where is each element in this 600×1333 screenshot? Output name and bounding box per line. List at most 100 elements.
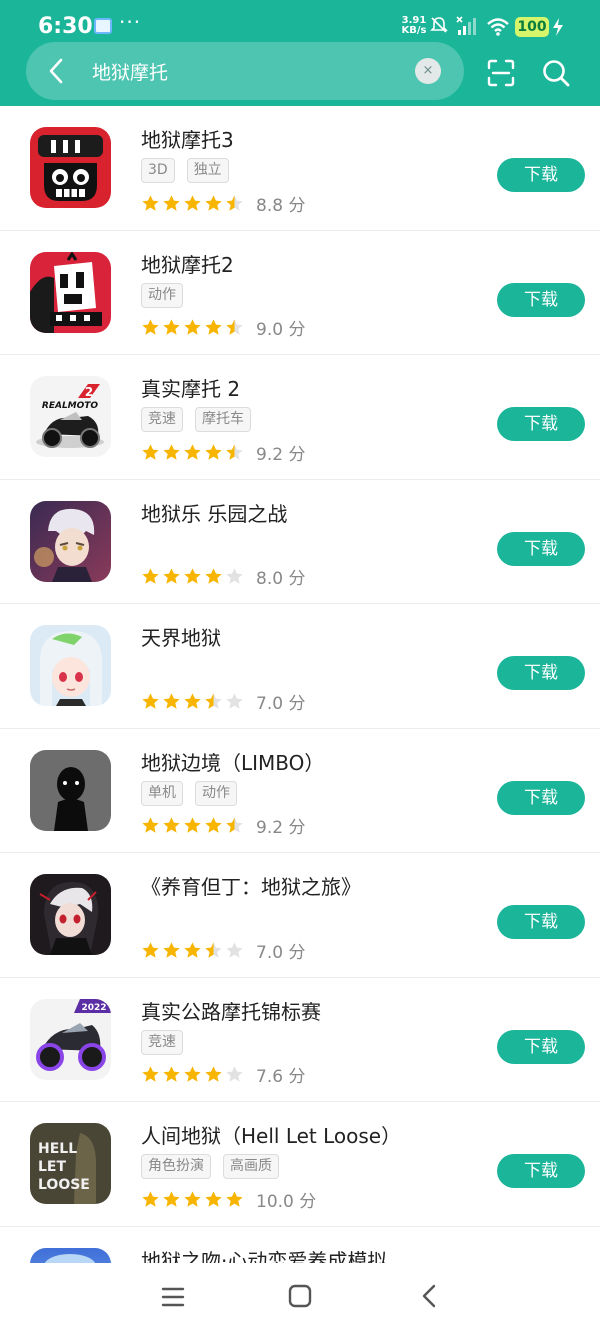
download-button[interactable]: 下载 [497,1029,585,1064]
app-name[interactable]: 地狱边境（LIMBO） [141,747,324,776]
star-full-icon [184,568,201,584]
app-name[interactable]: 地狱之吻·心动恋爱养成模拟 [141,1245,387,1264]
search-results-list[interactable]: 地狱摩托3 3D 独立 8.8 分 下载 地狱摩托2 动作 9.0 分 下载 2… [0,106,600,1263]
star-half-icon [205,692,222,709]
star-full-icon [163,443,180,460]
svg-text:LOOSE: LOOSE [38,1177,90,1193]
star-half-icon [226,194,243,211]
app-icon[interactable]: 2022 [30,998,111,1080]
app-tag: 动作 [141,282,183,308]
app-name[interactable]: 真实公路摩托锦标赛 [141,996,321,1025]
app-tags: 角色扮演 高画质 [141,1154,279,1180]
search-bar: × [26,42,464,100]
list-item[interactable]: 地狱摩托2 动作 9.0 分 下载 [0,231,600,355]
star-full-icon [163,319,180,335]
svg-text:HELL: HELL [38,1141,77,1157]
star-full-icon [205,1190,222,1207]
list-item[interactable]: 《养育但丁：地狱之旅》 7.0 分 下载 [0,853,600,978]
app-rating: 9.0 分 [141,317,305,340]
list-item[interactable]: HELL LET LOOSE 人间地狱（Hell Let Loose） 角色扮演… [0,1102,600,1227]
download-button[interactable]: 下载 [497,407,585,441]
download-button[interactable]: 下载 [497,656,585,690]
star-full-icon [205,817,222,833]
app-tag: 动作 [195,780,237,806]
app-name[interactable]: 地狱乐 乐园之战 [141,498,287,527]
app-tag: 角色扮演 [141,1154,211,1179]
app-icon[interactable] [30,1247,111,1264]
rating-score: 7.0 分 [256,693,306,714]
list-item[interactable]: 地狱摩托3 3D 独立 8.8 分 下载 [0,106,600,231]
star-full-icon [184,941,201,958]
star-half-icon [226,319,243,335]
charging-icon [553,18,563,36]
app-icon[interactable] [30,127,111,208]
download-button[interactable]: 下载 [497,282,585,317]
app-icon[interactable]: HELL LET LOOSE [30,1123,111,1204]
app-rating: 10.0 分 [141,1188,316,1212]
list-item[interactable]: 地狱之吻·心动恋爱养成模拟 [0,1227,600,1264]
battery-level: 100 [515,17,549,37]
app-tag: 竞速 [141,407,183,432]
rating-score: 8.8 分 [256,195,306,216]
star-empty-icon [226,1066,243,1082]
app-name[interactable]: 真实摩托 2 [141,373,240,402]
list-item[interactable]: 地狱乐 乐园之战 8.0 分 下载 [0,480,600,604]
app-icon[interactable] [30,749,111,831]
app-icon[interactable]: 2 REALMOTO [30,376,111,457]
app-name[interactable]: 天界地狱 [141,622,221,651]
app-icon[interactable] [30,251,111,333]
app-name[interactable]: 《养育但丁：地狱之旅》 [141,871,361,900]
app-icon[interactable] [30,874,111,955]
app-icon[interactable] [30,500,111,582]
svg-text:LET: LET [38,1159,66,1175]
star-full-icon [205,1066,222,1082]
back-arrow-icon[interactable] [42,56,72,86]
download-button[interactable]: 下载 [497,905,585,939]
star-full-icon [205,568,222,584]
wifi-icon [487,18,509,36]
download-button[interactable]: 下载 [497,531,585,566]
list-item[interactable]: 天界地狱 7.0 分 下载 [0,604,600,729]
app-name[interactable]: 人间地狱（Hell Let Loose） [141,1120,401,1149]
app-tags: 单机 动作 [141,780,237,807]
app-rating: 7.6 分 [141,1064,305,1087]
star-full-icon [163,817,180,833]
app-name[interactable]: 地狱摩托3 [141,124,234,153]
star-full-icon [184,692,201,709]
app-tag: 高画质 [223,1154,279,1179]
list-item[interactable]: 2 REALMOTO 真实摩托 2 竞速 摩托车 9.2 分 下载 [0,355,600,480]
svg-text:2: 2 [85,385,93,399]
app-tags: 竞速 摩托车 [141,407,251,433]
star-full-icon [205,319,222,335]
star-full-icon [184,194,201,211]
mute-bell-icon [430,17,448,33]
star-full-icon [163,941,180,958]
app-name[interactable]: 地狱摩托2 [141,249,234,278]
list-item[interactable]: 2022 真实公路摩托锦标赛 竞速 7.6 分 下载 [0,978,600,1102]
star-full-icon [184,319,201,335]
list-item[interactable]: 地狱边境（LIMBO） 单机 动作 9.2 分 下载 [0,729,600,853]
star-full-icon [205,443,222,460]
scan-icon[interactable] [486,58,516,88]
search-icon[interactable] [541,58,571,88]
star-full-icon [142,319,159,335]
download-button[interactable]: 下载 [497,158,585,192]
app-tag: 竞速 [141,1029,183,1055]
star-full-icon [163,568,180,584]
menu-icon[interactable] [160,1284,186,1310]
app-icon[interactable] [30,625,111,706]
net-speed: 3.91 KB/s [400,16,428,36]
download-button[interactable]: 下载 [497,1154,585,1188]
star-full-icon [142,194,159,211]
star-half-icon [205,941,222,958]
clear-search-button[interactable]: × [415,58,441,84]
app-tag: 独立 [186,158,229,183]
back-icon[interactable] [418,1283,440,1309]
home-icon[interactable] [288,1284,312,1308]
star-empty-icon [226,568,243,584]
download-button[interactable]: 下载 [497,780,585,815]
svg-text:2022: 2022 [81,1003,106,1013]
star-full-icon [163,692,180,709]
svg-text:REALMOTO: REALMOTO [42,401,99,411]
search-input[interactable] [92,56,402,86]
